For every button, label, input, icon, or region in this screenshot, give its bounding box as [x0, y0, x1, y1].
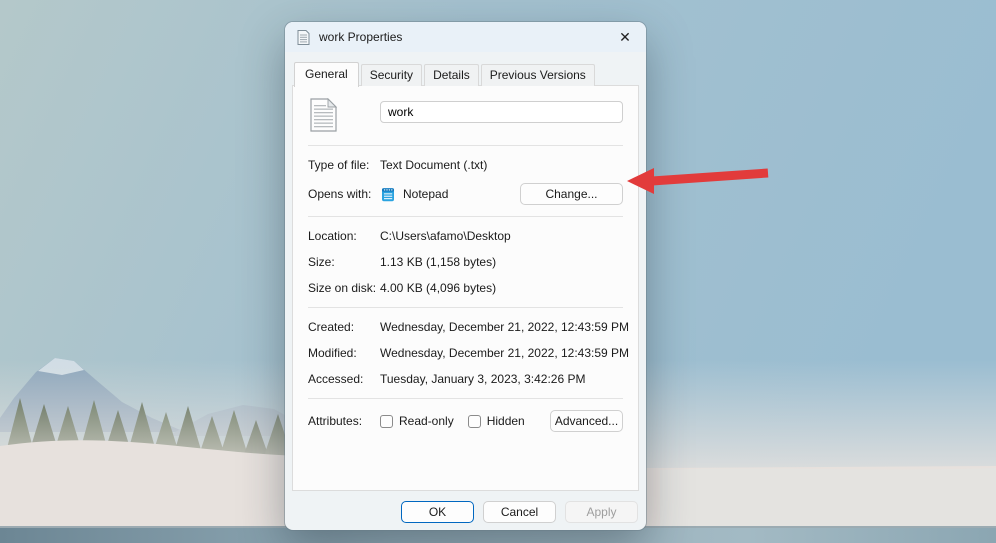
properties-dialog: work Properties ✕ General Security Detai…	[285, 22, 646, 530]
notepad-icon	[380, 186, 396, 202]
size-row: Size: 1.13 KB (1,158 bytes)	[308, 254, 623, 270]
size-on-disk-row: Size on disk: 4.00 KB (4,096 bytes)	[308, 280, 623, 296]
advanced-button[interactable]: Advanced...	[550, 410, 623, 432]
created-value: Wednesday, December 21, 2022, 12:43:59 P…	[380, 320, 629, 334]
size-on-disk-value: 4.00 KB (4,096 bytes)	[380, 281, 496, 295]
text-file-icon	[308, 98, 380, 135]
document-icon	[297, 30, 310, 45]
annotation-arrow-icon	[618, 158, 774, 200]
hidden-checkbox-label: Hidden	[487, 414, 525, 428]
separator	[308, 216, 623, 217]
size-label: Size:	[308, 255, 380, 269]
read-only-checkbox[interactable]: Read-only	[380, 414, 454, 428]
tab-security[interactable]: Security	[361, 64, 422, 86]
tab-strip: General Security Details Previous Versio…	[292, 61, 639, 86]
close-button[interactable]: ✕	[604, 22, 646, 52]
tab-details[interactable]: Details	[424, 64, 479, 86]
accessed-value: Tuesday, January 3, 2023, 3:42:26 PM	[380, 372, 585, 386]
tab-general[interactable]: General	[294, 62, 359, 87]
location-value: C:\Users\afamo\Desktop	[380, 229, 511, 243]
attributes-label: Attributes:	[308, 414, 380, 428]
opens-with-app-name: Notepad	[403, 187, 448, 201]
dialog-footer: OK Cancel Apply	[285, 491, 646, 530]
location-row: Location: C:\Users\afamo\Desktop	[308, 228, 623, 244]
separator	[308, 307, 623, 308]
location-label: Location:	[308, 229, 380, 243]
modified-value: Wednesday, December 21, 2022, 12:43:59 P…	[380, 346, 629, 360]
tab-previous-versions[interactable]: Previous Versions	[481, 64, 595, 86]
created-label: Created:	[308, 320, 380, 334]
checkbox-box	[380, 415, 393, 428]
size-value: 1.13 KB (1,158 bytes)	[380, 255, 496, 269]
ok-button[interactable]: OK	[401, 501, 474, 523]
hidden-checkbox[interactable]: Hidden	[468, 414, 525, 428]
attributes-row: Attributes: Read-only Hidden Advanced...	[308, 410, 623, 432]
read-only-checkbox-label: Read-only	[399, 414, 454, 428]
modified-label: Modified:	[308, 346, 380, 360]
created-row: Created: Wednesday, December 21, 2022, 1…	[308, 319, 623, 335]
opens-with-label: Opens with:	[308, 187, 380, 201]
general-tab-page: Type of file: Text Document (.txt) Opens…	[292, 85, 639, 491]
accessed-label: Accessed:	[308, 372, 380, 386]
size-on-disk-label: Size on disk:	[308, 281, 380, 295]
opens-with-row: Opens with:	[308, 183, 623, 205]
separator	[308, 145, 623, 146]
cancel-button[interactable]: Cancel	[483, 501, 556, 523]
modified-row: Modified: Wednesday, December 21, 2022, …	[308, 345, 623, 361]
file-name-input[interactable]	[380, 101, 623, 123]
accessed-row: Accessed: Tuesday, January 3, 2023, 3:42…	[308, 371, 623, 387]
window-title: work Properties	[319, 30, 402, 44]
type-of-file-label: Type of file:	[308, 158, 380, 172]
type-of-file-row: Type of file: Text Document (.txt)	[308, 157, 623, 173]
title-bar[interactable]: work Properties ✕	[285, 22, 646, 52]
close-icon: ✕	[619, 29, 631, 46]
opens-with-app: Notepad	[380, 186, 448, 202]
checkbox-box	[468, 415, 481, 428]
type-of-file-value: Text Document (.txt)	[380, 158, 487, 172]
separator	[308, 398, 623, 399]
file-name-row	[308, 98, 623, 134]
change-button[interactable]: Change...	[520, 183, 623, 205]
apply-button[interactable]: Apply	[565, 501, 638, 523]
